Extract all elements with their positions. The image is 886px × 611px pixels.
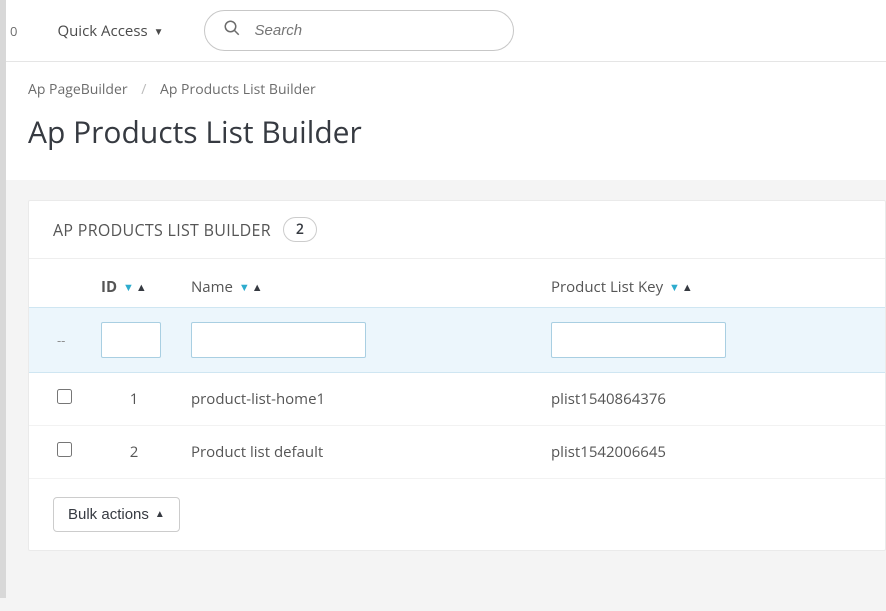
- sidebar-edge: [0, 0, 6, 598]
- quick-access-dropdown[interactable]: Quick Access ▼: [57, 21, 163, 41]
- sort-desc-icon[interactable]: ▼: [123, 282, 134, 293]
- table-row[interactable]: 1 product-list-home1 plist1540864376: [29, 373, 885, 426]
- filter-id-input[interactable]: [101, 322, 161, 358]
- filter-dash: --: [57, 331, 65, 349]
- col-id-header[interactable]: ID ▼ ▲: [89, 259, 179, 308]
- row-id: 2: [89, 426, 179, 479]
- filter-name-input[interactable]: [191, 322, 366, 358]
- col-key-header[interactable]: Product List Key ▼ ▲: [539, 259, 885, 308]
- breadcrumb-separator: /: [141, 80, 146, 99]
- col-key-label: Product List Key: [551, 277, 663, 297]
- search-box[interactable]: [204, 10, 514, 51]
- filter-key-input[interactable]: [551, 322, 726, 358]
- row-name: Product list default: [179, 426, 539, 479]
- row-key: plist1540864376: [539, 373, 885, 426]
- breadcrumb: Ap PageBuilder / Ap Products List Builde…: [0, 62, 886, 107]
- bulk-actions-button[interactable]: Bulk actions ▲: [53, 497, 180, 532]
- sort-desc-icon[interactable]: ▼: [669, 282, 680, 293]
- row-id: 1: [89, 373, 179, 426]
- row-key: plist1542006645: [539, 426, 885, 479]
- caret-up-icon: ▲: [155, 509, 165, 520]
- list-panel: AP PRODUCTS LIST BUILDER 2 ID ▼ ▲ Name: [28, 200, 886, 551]
- sort-icons: ▼ ▲: [239, 282, 263, 293]
- sort-asc-icon[interactable]: ▲: [136, 282, 147, 293]
- quick-access-label: Quick Access: [57, 21, 147, 41]
- col-name-label: Name: [191, 277, 233, 297]
- row-checkbox[interactable]: [57, 389, 72, 404]
- sort-desc-icon[interactable]: ▼: [239, 282, 250, 293]
- search-input[interactable]: [255, 22, 495, 39]
- breadcrumb-parent[interactable]: Ap PageBuilder: [28, 80, 128, 99]
- page-title: Ap Products List Builder: [0, 107, 886, 180]
- sort-icons: ▼ ▲: [669, 282, 693, 293]
- content-area: AP PRODUCTS LIST BUILDER 2 ID ▼ ▲ Name: [0, 180, 886, 611]
- breadcrumb-current: Ap Products List Builder: [160, 80, 316, 99]
- sort-asc-icon[interactable]: ▲: [682, 282, 693, 293]
- col-name-header[interactable]: Name ▼ ▲: [179, 259, 539, 308]
- row-checkbox[interactable]: [57, 442, 72, 457]
- col-checkbox: [29, 259, 89, 308]
- count-badge: 2: [283, 217, 317, 242]
- sort-asc-icon[interactable]: ▲: [252, 282, 263, 293]
- filter-row: --: [29, 308, 885, 373]
- topbar: 0 Quick Access ▼: [0, 0, 886, 62]
- products-table: ID ▼ ▲ Name ▼ ▲ Product: [29, 259, 885, 479]
- bulk-actions-wrap: Bulk actions ▲: [29, 479, 885, 532]
- sort-icons: ▼ ▲: [123, 282, 147, 293]
- row-name: product-list-home1: [179, 373, 539, 426]
- bulk-actions-label: Bulk actions: [68, 506, 149, 523]
- panel-title: AP PRODUCTS LIST BUILDER: [53, 219, 271, 241]
- topbar-num: 0: [10, 22, 17, 40]
- col-id-label: ID: [101, 277, 117, 297]
- table-row[interactable]: 2 Product list default plist1542006645: [29, 426, 885, 479]
- search-icon: [223, 19, 241, 42]
- caret-down-icon: ▼: [154, 24, 164, 38]
- panel-header: AP PRODUCTS LIST BUILDER 2: [29, 201, 885, 259]
